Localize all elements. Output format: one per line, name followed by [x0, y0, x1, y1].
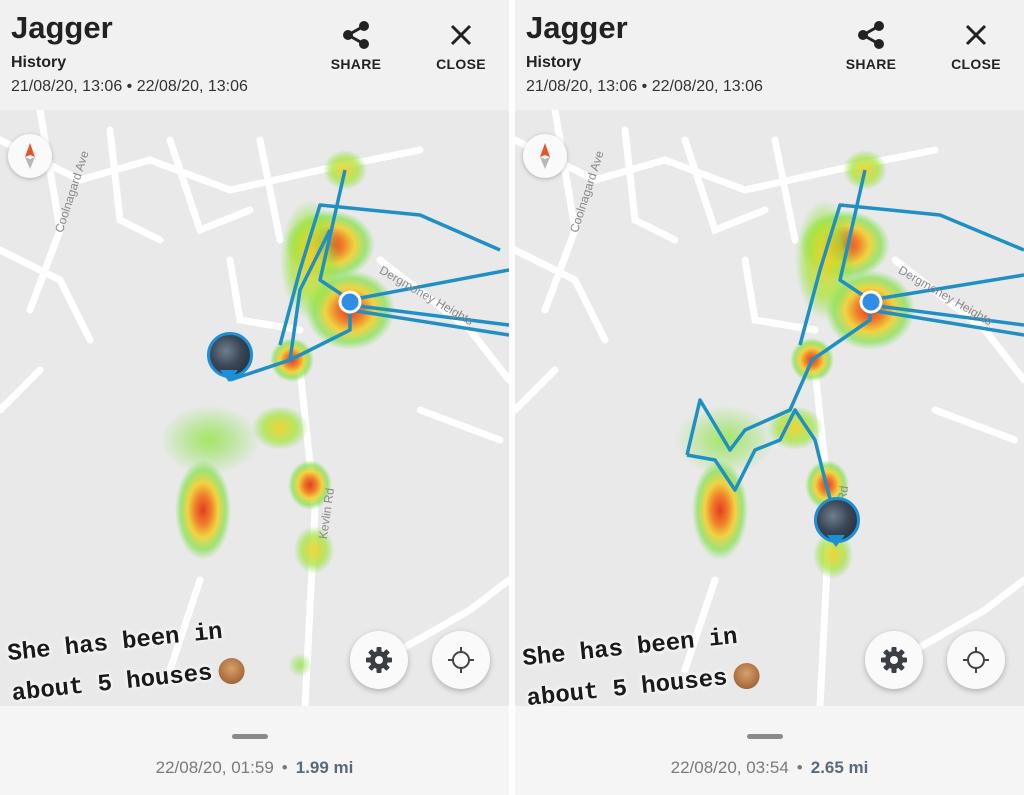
close-label: CLOSE: [436, 56, 486, 72]
history-time: 22/08/20, 01:59: [155, 758, 274, 777]
share-button[interactable]: SHARE: [318, 18, 394, 82]
history-header: Jagger History 21/08/20, 13:06 • 22/08/2…: [0, 0, 509, 110]
see-no-evil-monkey-emoji: [216, 656, 246, 685]
history-subtitle: History: [526, 54, 582, 71]
history-panel-left: Jagger History 21/08/20, 13:06 • 22/08/2…: [0, 0, 509, 795]
map-settings-button[interactable]: [350, 631, 408, 689]
share-icon: [343, 21, 369, 49]
history-subtitle: History: [11, 54, 67, 71]
close-button[interactable]: CLOSE: [938, 18, 1014, 82]
compass-icon: [540, 143, 550, 169]
gear-icon: [881, 647, 907, 673]
close-label: CLOSE: [951, 56, 1001, 72]
history-footer: 22/08/20, 01:59 • 1.99 mi: [0, 706, 509, 795]
locate-button[interactable]: [947, 631, 1005, 689]
gear-icon: [366, 647, 392, 673]
current-location-dot: [859, 290, 883, 314]
map-settings-button[interactable]: [865, 631, 923, 689]
close-button[interactable]: CLOSE: [423, 18, 499, 82]
history-stats: 22/08/20, 01:59 • 1.99 mi: [0, 758, 509, 778]
share-label: SHARE: [845, 56, 897, 72]
close-icon: [450, 24, 472, 46]
crosshair-icon: [963, 647, 989, 673]
history-date-range: 21/08/20, 13:06 • 22/08/20, 13:06: [526, 78, 763, 95]
history-distance: 1.99 mi: [295, 758, 354, 777]
history-header: Jagger History 21/08/20, 13:06 • 22/08/2…: [515, 0, 1024, 110]
share-icon: [858, 21, 884, 49]
history-date-range: 21/08/20, 13:06 • 22/08/20, 13:06: [11, 78, 248, 95]
history-map[interactable]: Coolnagard Ave Dergmoney Heights Rd She …: [515, 110, 1024, 706]
share-label: SHARE: [330, 56, 382, 72]
compass-button[interactable]: [523, 134, 567, 178]
pet-name-title: Jagger: [526, 10, 628, 45]
pet-name-title: Jagger: [11, 10, 113, 45]
close-icon: [965, 24, 987, 46]
compass-button[interactable]: [8, 134, 52, 178]
see-no-evil-monkey-emoji: [731, 661, 761, 690]
locate-button[interactable]: [432, 631, 490, 689]
share-button[interactable]: SHARE: [833, 18, 909, 82]
crosshair-icon: [448, 647, 474, 673]
history-footer: 22/08/20, 03:54 • 2.65 mi: [515, 706, 1024, 795]
history-stats: 22/08/20, 03:54 • 2.65 mi: [515, 758, 1024, 778]
history-panel-right: Jagger History 21/08/20, 13:06 • 22/08/2…: [515, 0, 1024, 795]
compass-icon: [25, 143, 35, 169]
drag-handle[interactable]: [232, 734, 268, 739]
stats-separator: •: [796, 758, 803, 777]
drag-handle[interactable]: [747, 734, 783, 739]
history-distance: 2.65 mi: [810, 758, 869, 777]
pet-avatar-marker[interactable]: [812, 495, 860, 555]
pet-avatar-marker[interactable]: [205, 330, 253, 390]
history-time: 22/08/20, 03:54: [670, 758, 789, 777]
current-location-dot: [338, 290, 362, 314]
stats-separator: •: [281, 758, 288, 777]
history-map[interactable]: Coolnagard Ave Dergmoney Heights Kevlin …: [0, 110, 509, 706]
